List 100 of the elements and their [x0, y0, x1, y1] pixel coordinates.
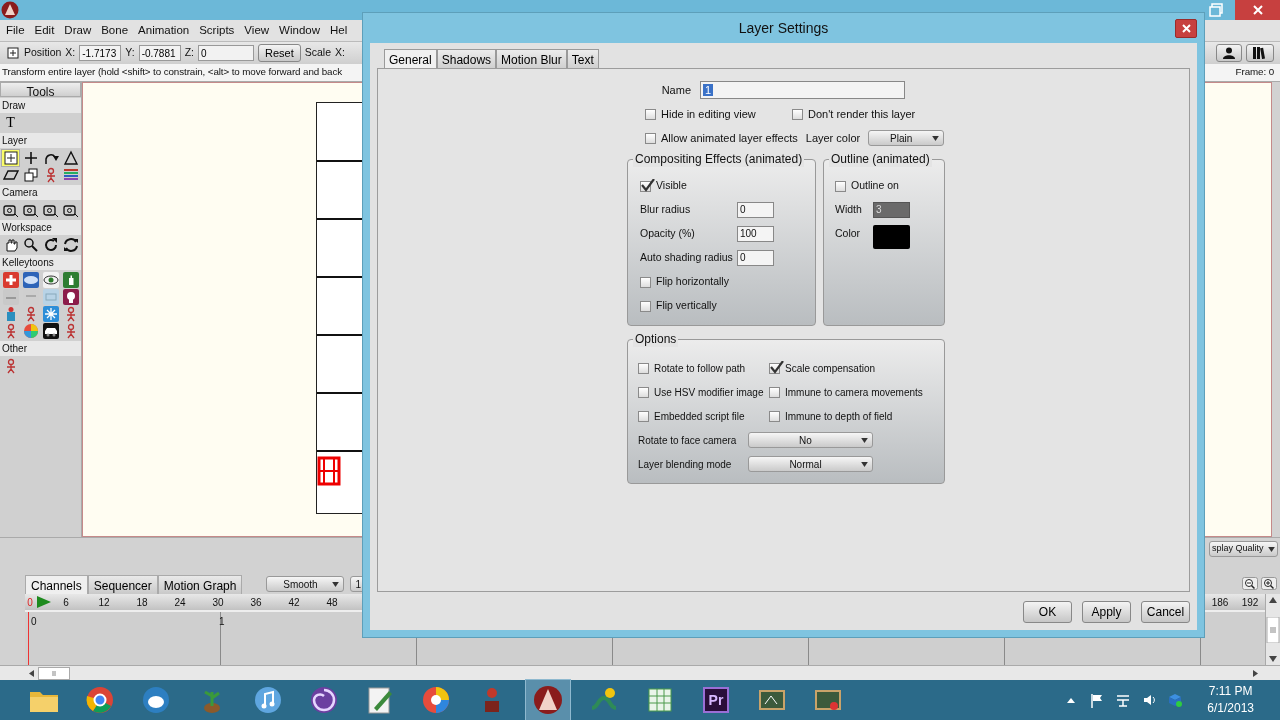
number-field[interactable]: -0.7881 — [138, 45, 181, 61]
menu-item[interactable]: View — [244, 21, 270, 40]
checkbox[interactable] — [640, 276, 651, 288]
dialog-tab[interactable]: Text — [566, 49, 599, 68]
dialog-button[interactable]: Apply — [1082, 601, 1131, 623]
box-icon[interactable] — [1167, 692, 1184, 708]
checkbox[interactable] — [769, 410, 780, 422]
menu-item[interactable]: Bone — [101, 21, 129, 40]
caret-icon — [932, 135, 940, 141]
oval-tile-icon[interactable] — [22, 272, 39, 288]
menu-item[interactable]: File — [6, 21, 25, 40]
faded-tile-icon[interactable] — [42, 289, 59, 305]
checkbox[interactable] — [638, 362, 649, 374]
checkbox-label: Scale compensation — [785, 361, 876, 376]
select-dropdown[interactable]: Normal — [748, 456, 873, 472]
dialog-tab[interactable]: Shadows — [436, 49, 497, 68]
checkbox-label: Visible — [656, 178, 687, 194]
playhead-label: 0 — [26, 595, 34, 610]
move-icon[interactable] — [2, 150, 19, 166]
reset-button[interactable]: Reset — [257, 44, 301, 62]
search-icon[interactable] — [22, 237, 39, 253]
group-title: Options — [633, 331, 679, 347]
field-label: Layer blending mode — [638, 457, 733, 472]
number-field[interactable]: 0 — [737, 250, 774, 266]
cross-tile-icon[interactable] — [2, 272, 19, 288]
timeline-tab[interactable]: Channels — [25, 575, 88, 594]
network-icon[interactable] — [1115, 692, 1132, 708]
eye-icon[interactable] — [42, 272, 59, 288]
zoom-in-icon[interactable] — [1261, 577, 1277, 590]
section-label: Kelleytoons — [0, 255, 81, 270]
group-title: Compositing Effects (animated) — [633, 151, 805, 167]
head-silhouette-icon[interactable] — [62, 289, 79, 305]
camera-icon[interactable] — [62, 202, 79, 218]
car-icon[interactable] — [42, 323, 59, 339]
dialog-button[interactable]: OK — [1023, 601, 1072, 623]
layer-color-dropdown[interactable]: Plain — [868, 130, 945, 146]
frame-number: 186 — [1210, 595, 1230, 610]
dialog-tab[interactable]: Motion Blur — [496, 49, 567, 68]
camera-icon[interactable] — [22, 202, 39, 218]
zoom-out-icon[interactable] — [1242, 577, 1258, 590]
checkbox[interactable] — [640, 300, 651, 312]
number-field[interactable]: 0 — [737, 202, 774, 218]
stacked-squares-icon[interactable] — [22, 167, 39, 183]
number-field[interactable]: 100 — [737, 226, 774, 242]
menu-item[interactable]: Edit — [34, 21, 55, 40]
dialog-button[interactable]: Cancel — [1141, 601, 1190, 623]
person-button[interactable] — [1216, 44, 1242, 62]
frame-number: 48 — [325, 595, 339, 610]
refresh-icon[interactable] — [62, 237, 79, 253]
scroll-thumb-icon[interactable] — [1266, 616, 1280, 643]
app-button[interactable]: Pr — [694, 680, 738, 720]
frame-number: 42 — [287, 595, 301, 610]
dialog-tab[interactable]: General — [384, 49, 437, 68]
timeline-tab[interactable]: Sequencer — [87, 575, 158, 594]
name-field[interactable]: 1 — [700, 81, 905, 99]
play-icon[interactable] — [35, 596, 51, 608]
checkbox[interactable] — [645, 108, 656, 120]
color-swatch[interactable] — [873, 225, 910, 249]
number-field[interactable]: -1.7173 — [79, 45, 122, 61]
books-icon — [1253, 47, 1267, 59]
field-label: Width — [835, 202, 863, 218]
select-dropdown[interactable]: No — [748, 432, 873, 448]
rotate-icon[interactable] — [42, 237, 59, 253]
checkbox[interactable] — [638, 386, 649, 398]
caret-icon — [861, 461, 868, 467]
app-logo[interactable] — [526, 680, 570, 720]
stripes-icon[interactable] — [62, 167, 79, 183]
hand-tile-icon[interactable] — [62, 272, 79, 288]
scroll-thumb-icon[interactable] — [38, 666, 70, 680]
parallelogram-icon[interactable] — [2, 167, 19, 183]
checkbox[interactable] — [638, 410, 649, 422]
menu-item[interactable]: Draw — [64, 21, 92, 40]
color-wheel-icon[interactable] — [22, 323, 39, 339]
quality-dropdown[interactable]: splay Quality — [1209, 541, 1278, 557]
section-label: Camera — [0, 185, 81, 200]
checkbox[interactable] — [792, 108, 803, 120]
menu-item[interactable]: Scripts — [199, 21, 235, 40]
close-button[interactable] — [1175, 19, 1197, 38]
faded-tile-icon[interactable] — [2, 289, 19, 305]
text-tool-button[interactable]: T — [2, 115, 19, 131]
checkbox[interactable] — [645, 132, 656, 144]
speaker-icon[interactable] — [1141, 692, 1158, 708]
person-icon — [1223, 47, 1235, 59]
close-button[interactable] — [1235, 0, 1280, 20]
panel-header: Tools — [0, 82, 81, 97]
menu-item[interactable]: Animation — [138, 21, 190, 40]
interpolation-dropdown[interactable]: Smooth — [266, 576, 345, 592]
menu-item[interactable]: Hel — [330, 21, 348, 40]
number-field[interactable]: 0 — [197, 45, 254, 61]
checkbox[interactable] — [835, 180, 846, 192]
width-field[interactable]: 3 — [873, 202, 910, 218]
plus-icon[interactable] — [22, 150, 39, 166]
books-button[interactable] — [1246, 44, 1274, 62]
checkbox-label: Allow animated layer effects — [661, 130, 798, 146]
timeline-tab[interactable]: Motion Graph — [157, 575, 243, 594]
menu-item[interactable]: Window — [279, 21, 320, 40]
checkbox[interactable] — [769, 386, 780, 398]
camera-icon[interactable] — [2, 202, 19, 218]
camera-icon[interactable] — [42, 202, 59, 218]
triangle-icon[interactable] — [62, 150, 79, 166]
